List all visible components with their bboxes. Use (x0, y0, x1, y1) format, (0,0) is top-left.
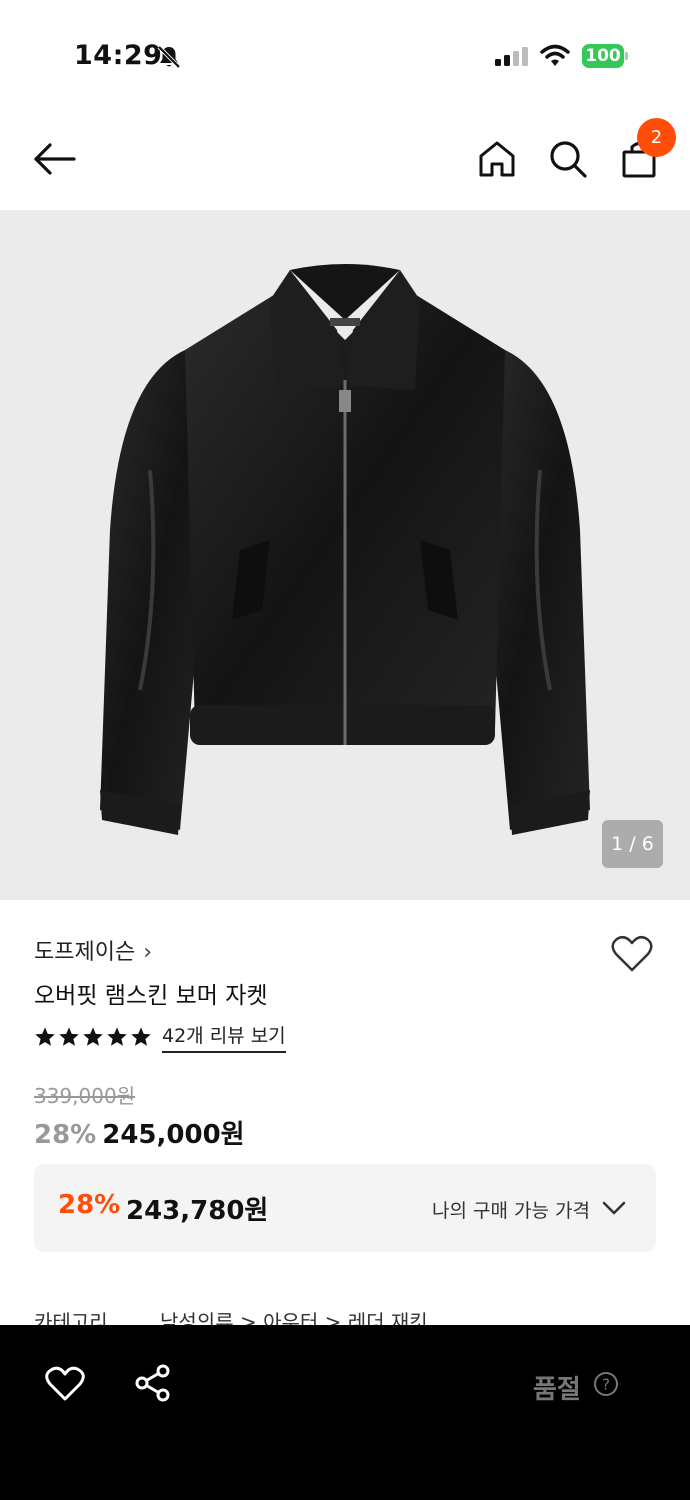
member-discount-rate: 28% (58, 1190, 121, 1220)
status-bar: 14:29 100 (0, 0, 690, 110)
product-image[interactable] (0, 210, 690, 900)
search-icon[interactable] (546, 138, 590, 180)
member-price: 243,780원 (126, 1196, 269, 1226)
battery-icon: 100 (582, 44, 628, 68)
star-icon (35, 1027, 55, 1046)
signal-icon (495, 47, 528, 66)
brand-link[interactable]: 도프제이슨 › (34, 934, 152, 966)
jacket-image (100, 264, 590, 835)
soldout-label: 품절 (533, 1375, 581, 1405)
star-icon (107, 1027, 127, 1046)
bottom-action-bar: 품절 ? (0, 1325, 690, 1500)
back-arrow-icon[interactable] (30, 138, 78, 180)
battery-level: 100 (582, 44, 624, 68)
bell-muted-icon (157, 45, 181, 69)
original-price: 339,000원 (34, 1084, 136, 1108)
image-counter: 1 / 6 (602, 820, 663, 868)
heart-icon[interactable] (610, 934, 654, 974)
brand-name: 도프제이슨 (34, 940, 136, 965)
svg-text:?: ? (602, 1376, 610, 1394)
nav-bar (0, 110, 690, 210)
star-icon (83, 1027, 103, 1046)
home-icon[interactable] (476, 138, 518, 180)
star-icon (131, 1027, 151, 1046)
member-price-label: 나의 구매 가능 가격 (432, 1200, 590, 1222)
chevron-right-icon: › (143, 940, 153, 965)
rating-stars (34, 1026, 152, 1048)
sale-price: 245,000원 (102, 1120, 245, 1150)
status-time: 14:29 (74, 40, 163, 71)
rating-row: 42개 리뷰 보기 (34, 1021, 286, 1053)
help-icon[interactable]: ? (593, 1371, 619, 1397)
star-icon (59, 1027, 79, 1046)
price-row: 28% 245,000원 (34, 1114, 245, 1151)
wifi-icon (540, 44, 570, 66)
product-name: 오버핏 램스킨 보머 자켓 (34, 983, 268, 1009)
heart-icon[interactable] (44, 1365, 86, 1403)
member-price-dropdown[interactable]: 28% 243,780원 나의 구매 가능 가격 (34, 1164, 656, 1252)
review-link[interactable]: 42개 리뷰 보기 (162, 1021, 286, 1053)
chevron-down-icon (602, 1201, 626, 1215)
share-icon[interactable] (134, 1363, 172, 1403)
cart-count-badge: 2 (637, 118, 676, 157)
discount-rate: 28% (34, 1120, 97, 1150)
